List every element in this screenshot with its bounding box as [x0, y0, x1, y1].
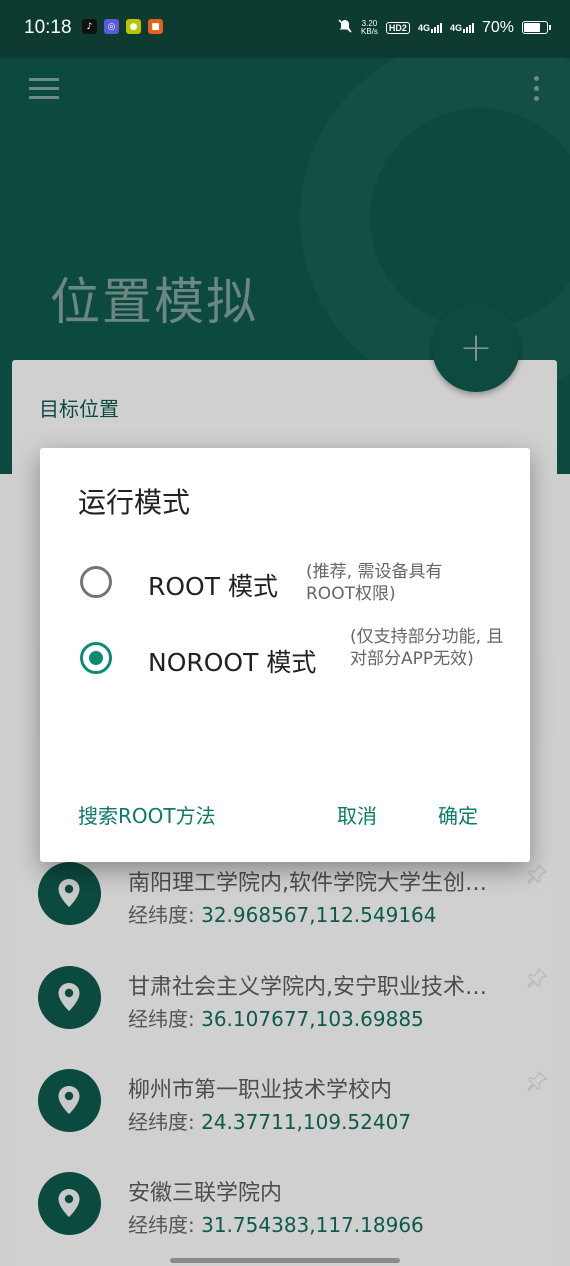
- app-notification-icon: ●: [126, 19, 141, 34]
- dialog-title: 运行模式: [78, 486, 191, 519]
- add-location-button[interactable]: +: [432, 304, 520, 392]
- location-pin-icon: [38, 966, 101, 1029]
- pin-to-top-icon[interactable]: [525, 1069, 549, 1093]
- radio-root-mode[interactable]: [80, 566, 112, 598]
- status-bar: 10:18 ♪ ◎ ● ■ 3.20 KB/s HD2 4G 4G 70%: [0, 0, 570, 58]
- radio-noroot-mode[interactable]: [80, 642, 112, 674]
- run-mode-dialog: 运行模式 ROOT 模式 (推荐, 需设备具有ROOT权限) NOROOT 模式…: [40, 448, 530, 862]
- list-item[interactable]: 柳州市第一职业技术学校内 经纬度: 24.37711,109.52407: [38, 1069, 553, 1169]
- location-name: 甘肃社会主义学院内,安宁职业技术学院: [128, 975, 498, 1000]
- location-coords: 经纬度: 24.37711,109.52407: [128, 1110, 412, 1134]
- location-pin-icon: [38, 1172, 101, 1235]
- option-noroot-desc: (仅支持部分功能, 且对部分APP无效): [350, 627, 504, 669]
- tiktok-icon: ♪: [82, 19, 97, 34]
- option-noroot-mode[interactable]: NOROOT 模式 (仅支持部分功能, 且对部分APP无效): [80, 627, 520, 720]
- location-coords: 经纬度: 36.107677,103.69885: [128, 1007, 424, 1031]
- status-indicators: 3.20 KB/s HD2 4G 4G 70%: [337, 18, 551, 37]
- location-pin-icon: [38, 1069, 101, 1132]
- notification-icons: ♪ ◎ ● ■: [82, 19, 163, 34]
- list-item[interactable]: 甘肃社会主义学院内,安宁职业技术学院 经纬度: 36.107677,103.69…: [38, 966, 553, 1066]
- menu-icon[interactable]: [29, 78, 59, 100]
- list-item[interactable]: 南阳理工学院内,软件学院大学生创新创业孵化园 经纬度: 32.968567,11…: [38, 862, 553, 962]
- mute-icon: [337, 18, 353, 37]
- target-location-label: 目标位置: [39, 397, 119, 421]
- option-root-desc: (推荐, 需设备具有ROOT权限): [306, 562, 443, 604]
- app-notification-icon: ■: [148, 19, 163, 34]
- gesture-nav-bar[interactable]: [170, 1258, 400, 1263]
- status-time: 10:18: [24, 17, 72, 38]
- location-coords: 经纬度: 32.968567,112.549164: [128, 903, 437, 927]
- location-coords: 经纬度: 31.754383,117.18966: [128, 1213, 424, 1237]
- location-name: 安徽三联学院内: [128, 1181, 283, 1206]
- list-item[interactable]: 安徽三联学院内 经纬度: 31.754383,117.18966: [38, 1172, 553, 1266]
- confirm-button[interactable]: 确定: [438, 800, 478, 829]
- location-name: 柳州市第一职业技术学校内: [128, 1078, 393, 1103]
- location-name: 南阳理工学院内,软件学院大学生创新创业孵化园: [128, 871, 498, 896]
- pin-to-top-icon[interactable]: [525, 862, 549, 886]
- pin-to-top-icon[interactable]: [525, 966, 549, 990]
- battery-percent: 70%: [481, 18, 514, 36]
- option-root-label: ROOT 模式: [148, 572, 278, 601]
- more-options-icon[interactable]: [534, 76, 540, 102]
- option-root-mode[interactable]: ROOT 模式 (推荐, 需设备具有ROOT权限): [80, 562, 520, 624]
- battery-icon: [522, 21, 551, 34]
- signal-2: 4G: [450, 22, 474, 33]
- app-notification-icon: ◎: [104, 19, 119, 34]
- option-noroot-label: NOROOT 模式: [148, 648, 317, 677]
- cancel-button[interactable]: 取消: [337, 800, 377, 829]
- network-speed: 3.20 KB/s: [361, 18, 378, 36]
- page-title: 位置模拟: [50, 273, 258, 331]
- location-pin-icon: [38, 862, 101, 925]
- signal-1: 4G: [418, 22, 442, 33]
- hd-badge: HD2: [385, 21, 410, 34]
- search-root-button[interactable]: 搜索ROOT方法: [78, 800, 216, 829]
